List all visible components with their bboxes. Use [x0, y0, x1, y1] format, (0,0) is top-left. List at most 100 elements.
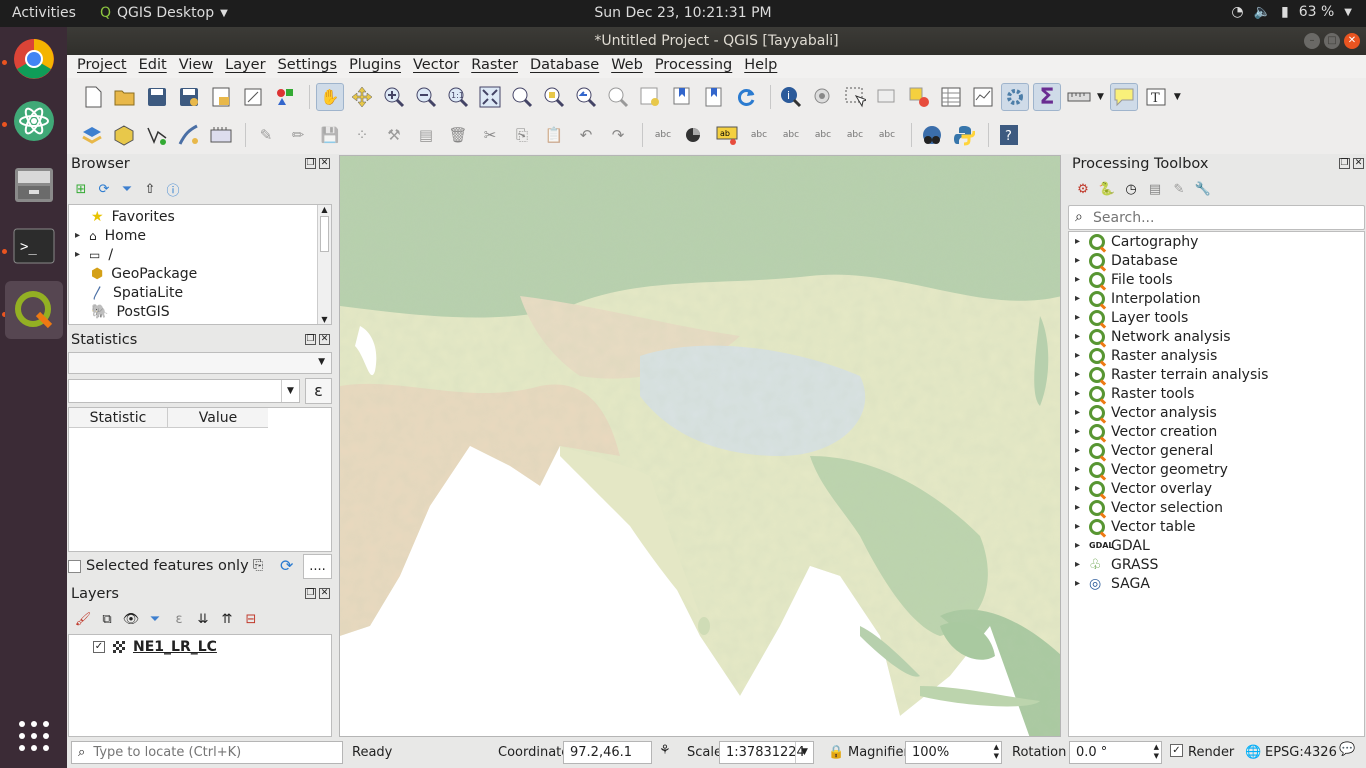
- rotate-label-icon[interactable]: abc: [841, 121, 869, 149]
- layout-manager-icon[interactable]: [239, 83, 267, 111]
- select-features-icon[interactable]: [841, 83, 869, 111]
- toolbox-group-database[interactable]: ▸ Database: [1069, 251, 1364, 270]
- toolbox-group-grass[interactable]: ▸ ♧ GRASS: [1069, 555, 1364, 574]
- toolbox-group-interpolation[interactable]: ▸ Interpolation: [1069, 289, 1364, 308]
- expand-arrow-icon[interactable]: ▸: [1075, 426, 1089, 437]
- menu-settings[interactable]: Settings: [278, 55, 343, 78]
- locator-input[interactable]: [93, 745, 324, 760]
- close-panel-icon[interactable]: ✕: [319, 334, 330, 345]
- locator-field[interactable]: ⌕: [71, 741, 343, 764]
- toolbox-group-raster-terrain[interactable]: ▸ Raster terrain analysis: [1069, 365, 1364, 384]
- toolbox-group-raster-tools[interactable]: ▸ Raster tools: [1069, 384, 1364, 403]
- data-source-manager-icon[interactable]: [79, 121, 107, 149]
- zoom-in-icon[interactable]: [380, 83, 408, 111]
- float-panel-icon[interactable]: ❐: [305, 588, 316, 599]
- toolbox-group-vector-analysis[interactable]: ▸ Vector analysis: [1069, 403, 1364, 422]
- filter-by-expression-icon[interactable]: ε: [170, 610, 188, 628]
- float-panel-icon[interactable]: ❐: [305, 334, 316, 345]
- cut-features-icon[interactable]: ✂: [476, 121, 504, 149]
- scale-field[interactable]: 1:37831224 ▼: [719, 741, 814, 764]
- expression-button[interactable]: ε: [305, 378, 332, 404]
- zoom-full-icon[interactable]: [476, 83, 504, 111]
- manage-map-themes-icon[interactable]: 👁: [122, 610, 140, 628]
- python-scripts-icon[interactable]: 🐍: [1098, 180, 1116, 198]
- deselect-all-icon[interactable]: [905, 83, 933, 111]
- add-group-icon[interactable]: ⧉: [98, 610, 116, 628]
- annotation-dropdown-icon[interactable]: ▼: [1174, 92, 1181, 102]
- expand-arrow-icon[interactable]: ▸: [1075, 578, 1089, 589]
- messages-icon[interactable]: 💬: [1339, 742, 1355, 757]
- statistics-layer-combo[interactable]: ▼: [68, 352, 332, 374]
- new-map-view-icon[interactable]: [636, 83, 664, 111]
- redo-icon[interactable]: ↷: [604, 121, 632, 149]
- browser-item-favorites[interactable]: ★ Favorites: [69, 207, 331, 226]
- toolbox-group-vector-table[interactable]: ▸ Vector table: [1069, 517, 1364, 536]
- minimize-button[interactable]: –: [1304, 33, 1320, 49]
- toolbox-group-network-analysis[interactable]: ▸ Network analysis: [1069, 327, 1364, 346]
- menu-view[interactable]: View: [179, 55, 219, 78]
- save-as-icon[interactable]: [175, 83, 203, 111]
- crs-globe-icon[interactable]: 🌐: [1245, 745, 1261, 760]
- browser-scrollbar[interactable]: ▲ ▼: [317, 205, 331, 324]
- toolbox-group-file-tools[interactable]: ▸ File tools: [1069, 270, 1364, 289]
- float-panel-icon[interactable]: ❐: [305, 158, 316, 169]
- undo-icon[interactable]: ↶: [572, 121, 600, 149]
- browser-item-geopackage[interactable]: ⬢ GeoPackage: [69, 264, 331, 283]
- zoom-out-icon[interactable]: [412, 83, 440, 111]
- expand-arrow-icon[interactable]: ▸: [1075, 540, 1089, 551]
- expand-arrow-icon[interactable]: ▸: [1075, 407, 1089, 418]
- grass-tools-icon[interactable]: [918, 121, 946, 149]
- modify-attributes-icon[interactable]: ▤: [412, 121, 440, 149]
- statistics-field-combo[interactable]: ▼: [68, 379, 300, 403]
- copy-statistics-icon[interactable]: ⎘: [253, 558, 263, 573]
- layer-visibility-checkbox[interactable]: ✓: [93, 640, 105, 653]
- expand-arrow-icon[interactable]: ▸: [1075, 293, 1089, 304]
- expand-arrow-icon[interactable]: ▸: [1075, 521, 1089, 532]
- map-tips-icon[interactable]: [1109, 83, 1138, 111]
- render-checkbox[interactable]: ✓: [1170, 744, 1183, 757]
- files-icon[interactable]: [5, 155, 63, 213]
- help-icon[interactable]: ?: [995, 121, 1023, 149]
- toolbox-group-vector-selection[interactable]: ▸ Vector selection: [1069, 498, 1364, 517]
- toolbox-group-vector-geometry[interactable]: ▸ Vector geometry: [1069, 460, 1364, 479]
- expand-arrow-icon[interactable]: ▸: [1075, 388, 1089, 399]
- expand-arrow-icon[interactable]: ▸: [75, 230, 89, 241]
- current-edits-icon[interactable]: ✎: [252, 121, 280, 149]
- expand-arrow-icon[interactable]: ▸: [75, 249, 89, 260]
- close-panel-icon[interactable]: ✕: [319, 158, 330, 169]
- toolbox-group-vector-overlay[interactable]: ▸ Vector overlay: [1069, 479, 1364, 498]
- menu-web[interactable]: Web: [611, 55, 649, 78]
- expand-arrow-icon[interactable]: ▸: [1075, 236, 1089, 247]
- expand-arrow-icon[interactable]: ▸: [1075, 445, 1089, 456]
- expand-arrow-icon[interactable]: ▸: [1075, 274, 1089, 285]
- new-print-layout-icon[interactable]: [207, 83, 235, 111]
- selected-only-checkbox[interactable]: [68, 559, 81, 573]
- open-attribute-table-icon[interactable]: [937, 83, 965, 111]
- pin-labels-icon[interactable]: abc: [745, 121, 773, 149]
- toolbox-search-input[interactable]: [1093, 208, 1358, 227]
- clock[interactable]: Sun Dec 23, 10:21:31 PM: [0, 5, 1366, 21]
- move-label-icon[interactable]: abc: [809, 121, 837, 149]
- zoom-native-icon[interactable]: 1:1: [444, 83, 472, 111]
- expand-all-icon[interactable]: ⇊: [194, 610, 212, 628]
- pan-to-selection-icon[interactable]: [348, 83, 376, 111]
- filter-legend-icon[interactable]: ⏷: [146, 610, 164, 628]
- menu-layer[interactable]: Layer: [225, 55, 271, 78]
- float-panel-icon[interactable]: ❐: [1339, 158, 1350, 169]
- statistical-summary-icon[interactable]: [969, 83, 997, 111]
- menu-raster[interactable]: Raster: [471, 55, 524, 78]
- chrome-icon[interactable]: [5, 30, 63, 88]
- add-selected-layers-icon[interactable]: ⊞: [72, 180, 90, 198]
- open-project-icon[interactable]: [111, 83, 139, 111]
- toolbox-group-cartography[interactable]: ▸ Cartography: [1069, 232, 1364, 251]
- expand-arrow-icon[interactable]: ▸: [1075, 483, 1089, 494]
- expand-arrow-icon[interactable]: ▸: [1075, 331, 1089, 342]
- info-icon[interactable]: ⓘ: [164, 180, 182, 199]
- edit-features-in-place-icon[interactable]: ✎: [1170, 180, 1188, 198]
- toolbox-group-layer-tools[interactable]: ▸ Layer tools: [1069, 308, 1364, 327]
- highlight-pinned-labels-icon[interactable]: ab: [713, 121, 741, 149]
- python-console-icon[interactable]: [950, 121, 978, 149]
- models-icon[interactable]: ⚙: [1074, 180, 1092, 198]
- expand-arrow-icon[interactable]: ▸: [1075, 369, 1089, 380]
- refresh-icon[interactable]: ⟳: [95, 180, 113, 198]
